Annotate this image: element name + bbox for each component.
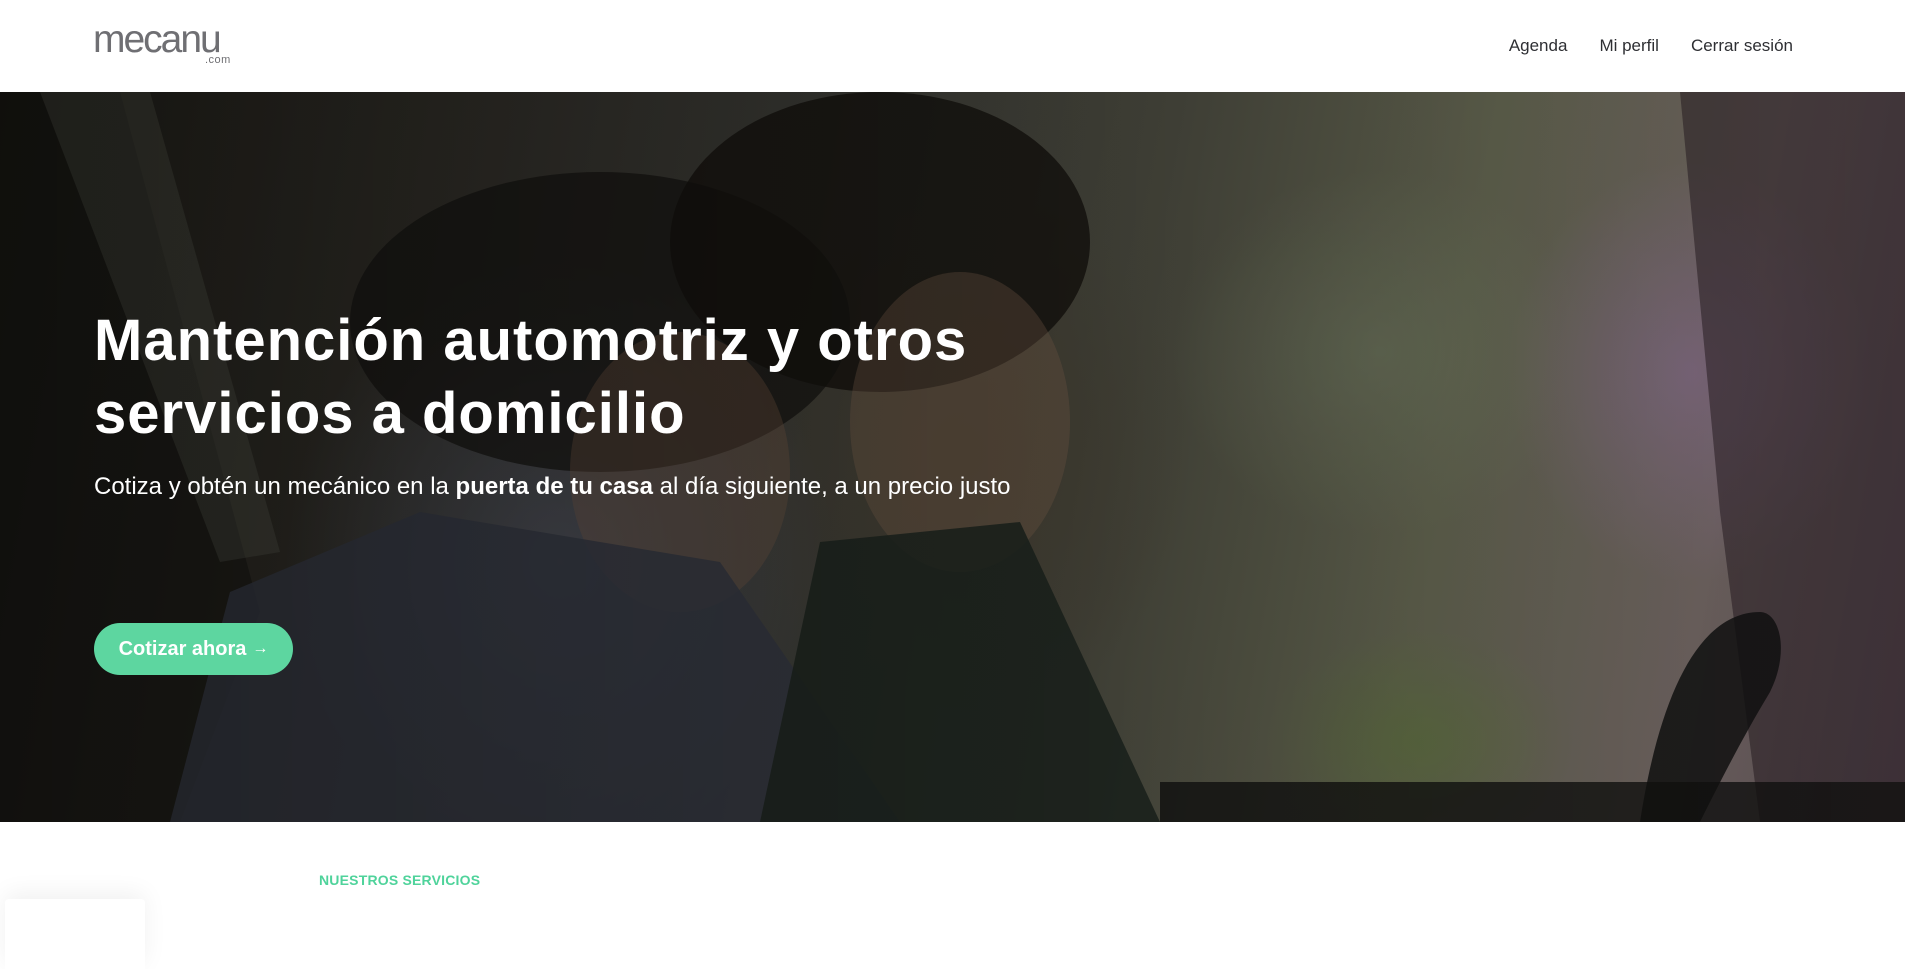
nav-cerrar-sesion-link[interactable]: Cerrar sesión [1691, 34, 1793, 58]
logo-wordmark: mecanu [93, 18, 222, 61]
hero-subtitle: Cotiza y obtén un mecánico en la puerta … [94, 469, 1014, 505]
cotizar-ahora-button[interactable]: Cotizar ahora → [94, 623, 293, 675]
arrow-right-icon: → [252, 640, 269, 657]
nav-mi-perfil-link[interactable]: Mi perfil [1599, 34, 1659, 58]
floating-card [5, 899, 145, 969]
main-nav: Agenda Mi perfil Cerrar sesión [1509, 34, 1793, 58]
logo-domain: .com [205, 54, 231, 66]
hero-subtitle-highlight: puerta de tu casa [455, 473, 653, 500]
nav-agenda-link[interactable]: Agenda [1509, 34, 1568, 58]
hero-banner: Mantención automotriz y otros servicios … [0, 92, 1905, 822]
hero-title: Mantención automotriz y otros servicios … [94, 308, 968, 446]
mecanu-logo[interactable]: mecanu .com [93, 18, 243, 67]
services-section-label: NUESTROS SERVICIOS [319, 872, 481, 888]
hero-overlay [0, 92, 1905, 822]
cta-label: Cotizar ahora [118, 637, 247, 660]
top-navbar: mecanu .com Agenda Mi perfil Cerrar sesi… [0, 0, 1905, 92]
hero-subtitle-after: al día siguiente, a un precio justo [652, 473, 1011, 500]
hero-subtitle-before: Cotiza y obtén un mecánico en la [94, 473, 456, 500]
